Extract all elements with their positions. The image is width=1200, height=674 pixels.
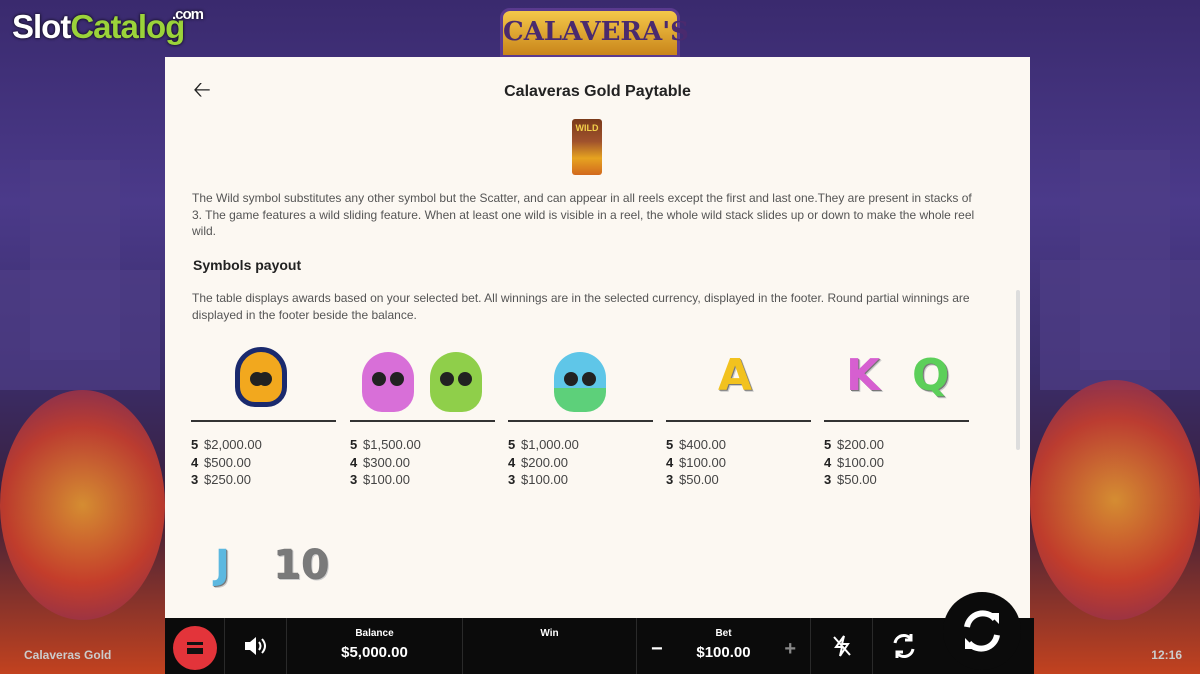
pay-row: 5 $2,000.00 [191,437,262,452]
pay-row: 3 $250.00 [191,472,251,487]
sound-button[interactable] [225,618,287,674]
spin-button[interactable] [943,592,1021,670]
game-name-label: Calaveras Gold [24,648,112,662]
game-logo: CALAVERA'S [500,8,689,58]
clock: 12:16 [1151,648,1182,662]
green-skull-icon [430,352,482,412]
pay-row: 5 $1,500.00 [350,437,421,452]
autoplay-icon [893,634,915,658]
pay-row: 3 $50.00 [824,472,877,487]
pay-row: 3 $100.00 [350,472,410,487]
win-display: Win [463,618,637,674]
payout-group: 5 $1,000.00 4 $200.00 3 $100.00 [508,342,653,489]
speaker-icon [244,637,266,655]
footer-bar: Balance $5,000.00 Win − Bet $100.00 + [165,618,1034,674]
pink-skull-icon [362,352,414,412]
wild-symbol-icon: WILD [572,119,602,175]
k-letter-icon: K [846,350,881,401]
pay-row: 5 $1,000.00 [508,437,579,452]
balance-label: Balance [355,628,394,639]
turbo-off-icon [832,635,851,657]
payout-group: K Q 5 $200.00 4 $100.00 3 $50.00 [824,342,969,489]
pay-row: 3 $100.00 [508,472,568,487]
win-label: Win [540,628,559,639]
payout-group: 5 $1,500.00 4 $300.00 3 $100.00 [350,342,495,489]
blue-skull-icon [554,352,606,412]
a-letter-icon: A [718,350,753,401]
menu-cell [165,618,225,674]
pay-row: 4 $100.00 [824,454,884,470]
wild-description: The Wild symbol substitutes any other sy… [192,191,975,238]
pay-row: 4 $200.00 [508,454,568,470]
paytable-panel: 🡠 Calaveras Gold Paytable WILD The Wild … [165,57,1030,618]
spin-icon [964,610,1000,652]
orange-skull-woman-icon [235,347,287,407]
ten-letter-icon: 10 [273,542,329,588]
turbo-button[interactable] [811,618,873,674]
menu-button[interactable] [173,626,217,670]
payout-group: 5 $2,000.00 4 $500.00 3 $250.00 [191,342,336,489]
symbols-payout-heading: Symbols payout [193,257,302,273]
paytable-scrollbar[interactable] [1016,290,1020,450]
balance-display: Balance $5,000.00 [287,618,463,674]
pay-row: 5 $200.00 [824,437,884,452]
pay-row: 5 $400.00 [666,437,726,452]
bet-increase-button[interactable]: + [784,638,796,661]
payout-group: A 5 $400.00 4 $100.00 3 $50.00 [666,342,811,489]
pay-row: 4 $500.00 [191,454,251,470]
bet-control: − Bet $100.00 + [637,618,811,674]
symbols-payout-description: The table displays awards based on your … [192,291,970,322]
pay-row: 3 $50.00 [666,472,719,487]
hamburger-icon [187,642,203,654]
pay-row: 4 $300.00 [350,454,410,470]
paytable-title: Calaveras Gold Paytable [504,83,691,100]
j-letter-icon: J [215,542,230,588]
slotcatalog-watermark: SlotCatalog .com [12,6,204,45]
balance-value: $5,000.00 [341,644,408,661]
pay-row: 4 $100.00 [666,454,726,470]
autoplay-button[interactable] [873,618,935,674]
q-letter-icon: Q [912,350,950,401]
